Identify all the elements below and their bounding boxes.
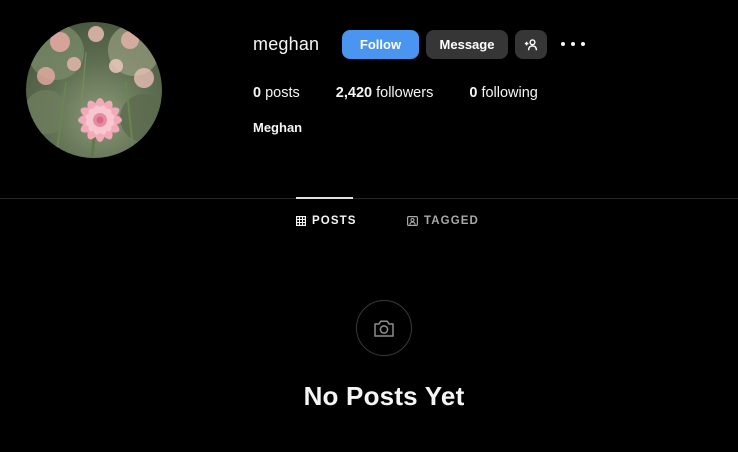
following-count: 0 bbox=[469, 85, 478, 101]
suggested-accounts-button[interactable] bbox=[515, 30, 547, 59]
profile-username: meghan bbox=[253, 34, 320, 54]
more-options-icon[interactable] bbox=[561, 36, 585, 52]
camera-icon bbox=[374, 319, 394, 337]
more-dot bbox=[561, 42, 565, 46]
posts-label: posts bbox=[265, 85, 300, 101]
tab-tagged-label: TAGGED bbox=[424, 215, 479, 227]
dahlia-flower-photo bbox=[26, 24, 162, 158]
followers-count: 2,420 bbox=[335, 85, 373, 101]
tab-tagged[interactable]: TAGGED bbox=[407, 215, 479, 227]
profile-stats: 0 posts 2,420 followers 0 following bbox=[253, 85, 574, 101]
tab-posts-label: POSTS bbox=[312, 215, 357, 227]
more-dot bbox=[581, 42, 585, 46]
grid-icon bbox=[296, 216, 306, 226]
active-tab-indicator bbox=[296, 197, 353, 199]
profile-full-name: Meghan bbox=[253, 120, 303, 135]
followers-stat[interactable]: 2,420 followers bbox=[336, 85, 434, 101]
tagged-icon bbox=[407, 216, 418, 226]
follow-button[interactable]: Follow bbox=[342, 30, 419, 59]
message-button[interactable]: Message bbox=[426, 30, 508, 59]
following-label: following bbox=[481, 85, 538, 101]
add-person-icon bbox=[524, 38, 538, 50]
followers-label: followers bbox=[376, 85, 434, 101]
tabs-divider bbox=[0, 198, 738, 199]
posts-stat: 0 posts bbox=[253, 85, 300, 101]
camera-icon-circle bbox=[356, 300, 412, 356]
following-stat[interactable]: 0 following bbox=[469, 85, 538, 101]
profile-avatar[interactable] bbox=[26, 22, 162, 158]
empty-state-title: No Posts Yet bbox=[303, 381, 465, 411]
posts-count: 0 bbox=[253, 85, 262, 101]
more-dot bbox=[571, 42, 575, 46]
tab-posts[interactable]: POSTS bbox=[296, 215, 356, 227]
